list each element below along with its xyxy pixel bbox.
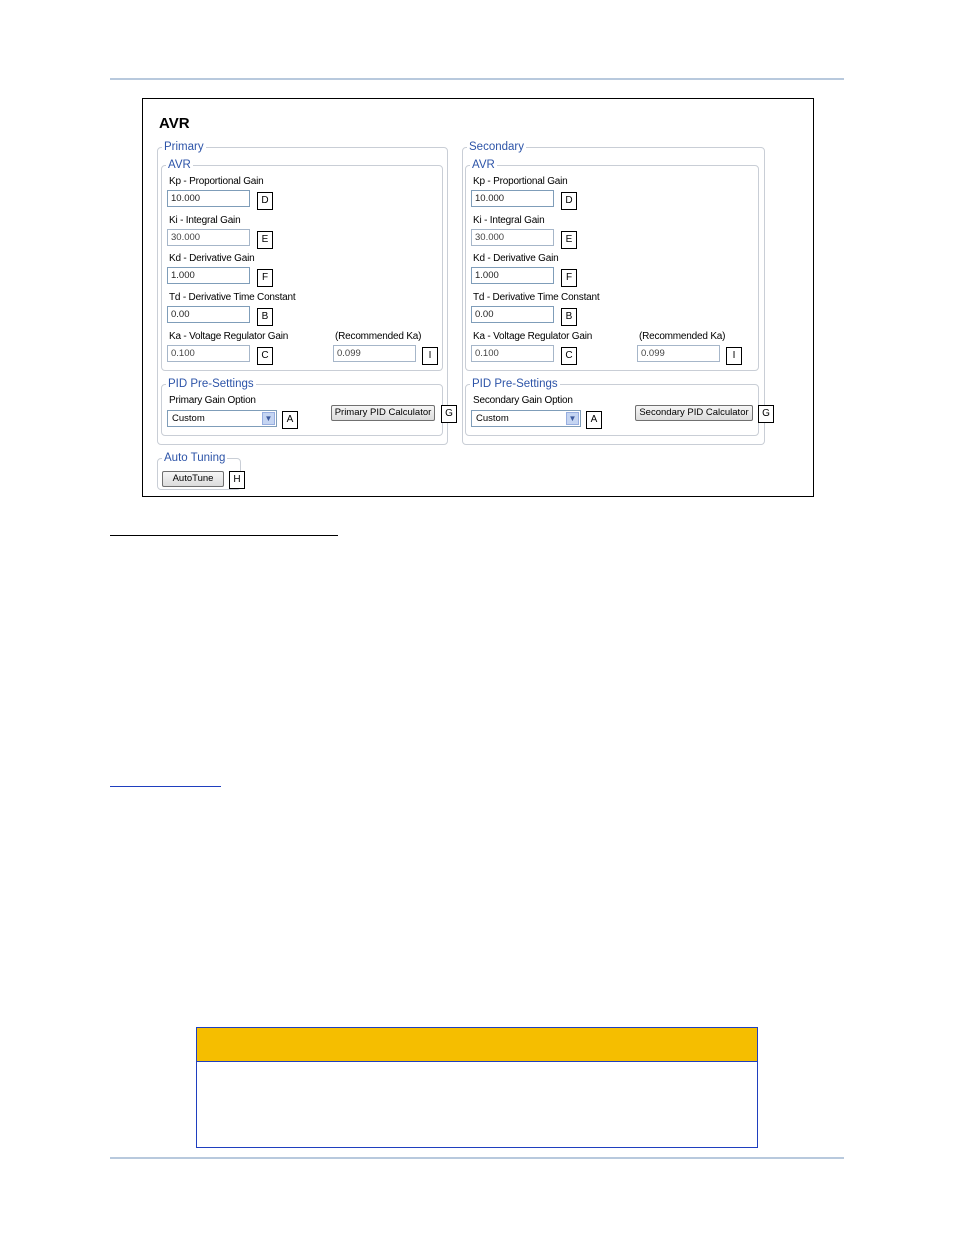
auto-tuning-legend: Auto Tuning [164, 452, 226, 464]
link-underline[interactable] [110, 786, 221, 787]
primary-gain-option-select[interactable]: Custom ▼ [167, 410, 277, 427]
secondary-td-tag: B [561, 308, 577, 326]
secondary-ki-tag: E [561, 231, 577, 249]
secondary-ka-tag: C [561, 347, 577, 365]
primary-gain-option-value: Custom [172, 413, 205, 424]
secondary-kp-tag: D [561, 192, 577, 210]
secondary-kp-input[interactable]: 10.000 [471, 190, 554, 207]
primary-legend: Primary [164, 141, 204, 153]
secondary-gain-option-tag: A [586, 411, 602, 429]
primary-ka-input[interactable]: 0.100 [167, 345, 250, 362]
chevron-down-icon[interactable]: ▼ [566, 412, 579, 425]
primary-gain-option-tag: A [282, 411, 298, 429]
secondary-gain-option-select[interactable]: Custom ▼ [471, 410, 581, 427]
secondary-avr-legend: AVR [472, 159, 495, 171]
primary-ki-tag: E [257, 231, 273, 249]
primary-recommended-ka-label: (Recommended Ka) [335, 331, 422, 342]
chevron-down-icon[interactable]: ▼ [262, 412, 275, 425]
secondary-recommended-ka-tag: I [726, 347, 742, 365]
primary-ka-tag: C [257, 347, 273, 365]
secondary-td-label: Td - Derivative Time Constant [473, 292, 600, 303]
footer-rule [110, 1157, 844, 1159]
secondary-pid-calculator-button[interactable]: Secondary PID Calculator [635, 405, 753, 421]
panel-title: AVR [159, 115, 190, 132]
primary-avr-legend: AVR [168, 159, 191, 171]
secondary-kp-label: Kp - Proportional Gain [473, 176, 568, 187]
primary-td-tag: B [257, 308, 273, 326]
secondary-ki-label: Ki - Integral Gain [473, 215, 545, 226]
secondary-ki-input[interactable]: 30.000 [471, 229, 554, 246]
secondary-kd-label: Kd - Derivative Gain [473, 253, 559, 264]
primary-kd-input[interactable]: 1.000 [167, 267, 250, 284]
primary-gain-option-label: Primary Gain Option [169, 395, 256, 406]
primary-recommended-ka-tag: I [422, 347, 438, 365]
primary-ki-input[interactable]: 30.000 [167, 229, 250, 246]
secondary-recommended-ka-value: 0.099 [637, 345, 720, 362]
primary-pid-legend: PID Pre-Settings [168, 378, 254, 390]
header-rule [110, 78, 844, 80]
secondary-recommended-ka-label: (Recommended Ka) [639, 331, 726, 342]
primary-kp-input[interactable]: 10.000 [167, 190, 250, 207]
secondary-pid-calculator-tag: G [758, 405, 774, 423]
autotune-tag: H [229, 471, 245, 489]
secondary-pid-legend: PID Pre-Settings [472, 378, 558, 390]
primary-kp-label: Kp - Proportional Gain [169, 176, 264, 187]
primary-ka-label: Ka - Voltage Regulator Gain [169, 331, 289, 342]
primary-ki-label: Ki - Integral Gain [169, 215, 241, 226]
secondary-legend: Secondary [469, 141, 524, 153]
secondary-td-input[interactable]: 0.00 [471, 306, 554, 323]
primary-td-label: Td - Derivative Time Constant [169, 292, 296, 303]
caution-box [196, 1027, 758, 1148]
primary-kd-tag: F [257, 269, 273, 287]
secondary-kd-input[interactable]: 1.000 [471, 267, 554, 284]
avr-settings-panel: AVR Primary AVR Kp - Proportional Gain 1… [142, 98, 814, 497]
autotune-button[interactable]: AutoTune [162, 471, 224, 487]
secondary-gain-option-label: Secondary Gain Option [473, 395, 573, 406]
primary-kd-label: Kd - Derivative Gain [169, 253, 255, 264]
secondary-ka-input[interactable]: 0.100 [471, 345, 554, 362]
primary-td-input[interactable]: 0.00 [167, 306, 250, 323]
primary-kp-tag: D [257, 192, 273, 210]
primary-recommended-ka-value: 0.099 [333, 345, 416, 362]
secondary-kd-tag: F [561, 269, 577, 287]
primary-pid-calculator-tag: G [441, 405, 457, 423]
secondary-ka-label: Ka - Voltage Regulator Gain [473, 331, 593, 342]
heading-underline [110, 535, 338, 536]
primary-pid-calculator-button[interactable]: Primary PID Calculator [331, 405, 435, 421]
caution-header [197, 1028, 757, 1062]
secondary-gain-option-value: Custom [476, 413, 509, 424]
